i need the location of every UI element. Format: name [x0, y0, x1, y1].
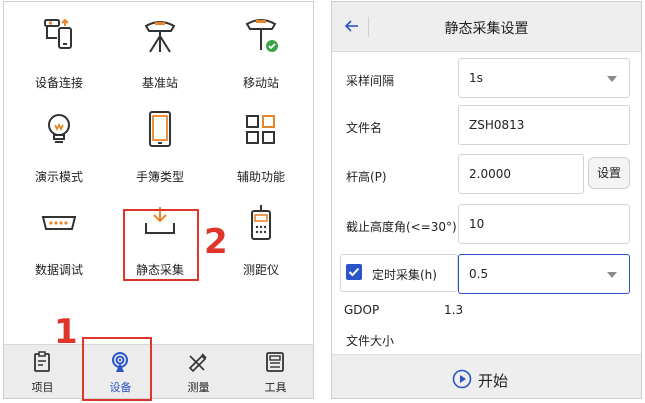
timed-collect-select[interactable]: 0.5	[458, 254, 630, 294]
device-connect-icon	[39, 16, 79, 56]
grid-item-aux-functions[interactable]: 辅助功能	[211, 102, 311, 192]
grid-item-demo-mode[interactable]: 演示模式	[9, 102, 109, 192]
grid-apps-icon	[241, 110, 281, 150]
sample-interval-label: 采样间隔	[346, 74, 395, 88]
static-collect-settings-panel: 静态采集设置 采样间隔 1s 文件名 ZSH0813 杆高(P) 2.0000 …	[331, 1, 642, 399]
handheld-icon	[140, 110, 180, 150]
tab-label: 项目	[31, 381, 54, 394]
tab-label: 测量	[187, 381, 210, 394]
grid-item-device-connect[interactable]: 设备连接	[9, 8, 109, 98]
highlight-box-device-tab	[82, 337, 152, 401]
gdop-label: GDOP	[344, 303, 380, 317]
grid-item-handheld-type[interactable]: 手簿类型	[110, 102, 210, 192]
set-pole-height-button[interactable]: 设置	[588, 157, 630, 189]
grid-item-label: 手簿类型	[135, 170, 184, 184]
grid-item-label: 设备连接	[34, 76, 83, 90]
sample-interval-value: 1s	[469, 71, 483, 85]
tab-tools[interactable]: 工具	[237, 345, 313, 398]
base-station-icon	[140, 16, 180, 56]
bottom-tab-bar: 项目 设备 测量 工具	[4, 344, 313, 398]
serial-port-icon	[39, 203, 79, 243]
cutoff-angle-input[interactable]: 10	[458, 204, 630, 244]
lightbulb-icon	[39, 110, 79, 150]
dropdown-arrow-icon	[607, 76, 617, 82]
tab-project[interactable]: 项目	[4, 345, 81, 398]
grid-item-label: 测距仪	[242, 263, 279, 277]
gdop-value: 1.3	[444, 303, 464, 317]
tab-label: 工具	[264, 381, 287, 394]
start-button-label: 开始	[478, 372, 509, 390]
rangefinder-icon	[241, 203, 281, 243]
grid-item-rover-station[interactable]: 移动站	[211, 8, 311, 98]
grid-item-data-debug[interactable]: 数据调试	[9, 195, 109, 285]
filename-value: ZSH0813	[469, 118, 525, 132]
calculator-icon	[264, 351, 286, 373]
dropdown-arrow-icon	[607, 272, 617, 278]
file-size-label: 文件大小	[346, 334, 395, 348]
device-menu-panel: 设备连接 基准站 移动站 演示模式 手簿类型 辅助功能 数据调试 静态采集 测距…	[3, 1, 314, 399]
timed-collect-value: 0.5	[469, 267, 489, 281]
header-bar: 静态采集设置	[332, 2, 641, 52]
footer-bar: 开始	[332, 354, 641, 398]
device-function-grid: 设备连接 基准站 移动站 演示模式 手簿类型 辅助功能 数据调试 静态采集 测距…	[4, 2, 313, 338]
filename-label: 文件名	[346, 121, 383, 135]
page-title: 静态采集设置	[444, 21, 529, 37]
pen-ruler-icon	[187, 351, 209, 373]
cutoff-angle-value: 10	[469, 217, 485, 231]
screenshot-root: 设备连接 基准站 移动站 演示模式 手簿类型 辅助功能 数据调试 静态采集 测距…	[0, 0, 645, 403]
play-circle-icon	[452, 369, 472, 389]
timed-collect-label: 定时采集(h)	[372, 268, 437, 282]
filename-input[interactable]: ZSH0813	[458, 105, 630, 145]
clipboard-icon	[31, 351, 53, 373]
grid-item-label: 数据调试	[34, 263, 83, 277]
grid-item-label: 辅助功能	[236, 170, 285, 184]
pole-height-input[interactable]: 2.0000	[458, 154, 584, 194]
grid-item-label: 演示模式	[34, 170, 83, 184]
start-button[interactable]: 开始	[452, 367, 532, 391]
cutoff-angle-label: 截止高度角(<=30°)	[346, 220, 457, 234]
pole-height-label: 杆高(P)	[346, 170, 387, 184]
grid-item-label: 基准站	[141, 76, 178, 90]
sample-interval-select[interactable]: 1s	[458, 58, 630, 98]
grid-item-label: 移动站	[242, 76, 279, 90]
grid-item-base-station[interactable]: 基准站	[110, 8, 210, 98]
rover-station-icon	[241, 16, 281, 56]
checkbox-checked-icon[interactable]	[346, 264, 362, 280]
pole-height-value: 2.0000	[469, 167, 511, 181]
tab-measure[interactable]: 测量	[160, 345, 237, 398]
annotation-number-2: 2	[204, 222, 228, 262]
highlight-box-static-collect	[123, 209, 199, 281]
